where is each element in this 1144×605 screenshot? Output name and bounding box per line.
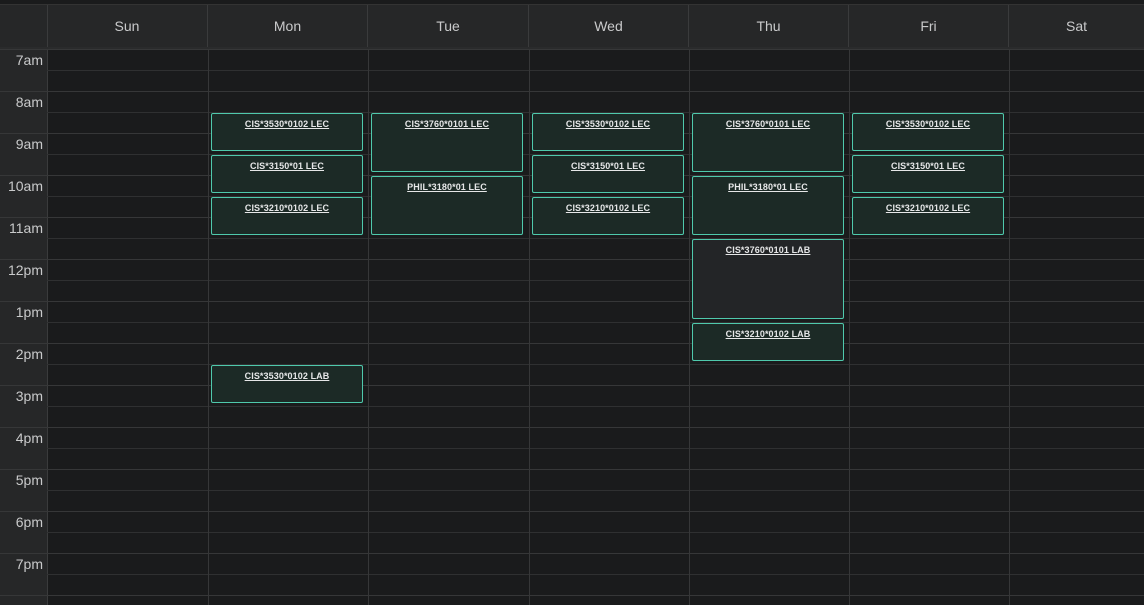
event-mon-3530-lec[interactable]: CIS*3530*0102 LEC bbox=[211, 113, 363, 151]
event-title[interactable]: CIS*3760*0101 LEC bbox=[693, 119, 843, 129]
grid-line bbox=[0, 511, 1144, 512]
time-label-7am: 7am bbox=[15, 52, 43, 68]
time-label-12pm: 12pm bbox=[7, 262, 43, 278]
event-mon-3150-lec[interactable]: CIS*3150*01 LEC bbox=[211, 155, 363, 193]
event-title[interactable]: CIS*3150*01 LEC bbox=[853, 161, 1003, 171]
day-header-mon: Mon bbox=[208, 5, 368, 47]
event-title[interactable]: CIS*3530*0102 LEC bbox=[212, 119, 362, 129]
event-wed-3210-lec[interactable]: CIS*3210*0102 LEC bbox=[532, 197, 684, 235]
day-column-divider bbox=[849, 49, 850, 605]
time-label-11am: 11am bbox=[9, 220, 43, 236]
event-fri-3210-lec[interactable]: CIS*3210*0102 LEC bbox=[852, 197, 1004, 235]
grid-line bbox=[0, 469, 1144, 470]
event-title[interactable]: CIS*3760*0101 LEC bbox=[372, 119, 522, 129]
header-corner bbox=[0, 5, 48, 47]
grid-line bbox=[47, 322, 1144, 323]
event-title[interactable]: CIS*3530*0102 LAB bbox=[212, 371, 362, 381]
event-title[interactable]: PHIL*3180*01 LEC bbox=[372, 182, 522, 192]
time-grid[interactable]: 7am 8am 9am 10am 11am 12pm 1pm 2pm 3pm 4… bbox=[0, 49, 1144, 605]
event-title[interactable]: CIS*3210*0102 LEC bbox=[212, 203, 362, 213]
time-label-1pm: 1pm bbox=[15, 304, 43, 320]
time-label-2pm: 2pm bbox=[15, 346, 43, 362]
grid-line bbox=[47, 574, 1144, 575]
event-thu-3180-lec[interactable]: PHIL*3180*01 LEC bbox=[692, 176, 844, 235]
time-label-6pm: 6pm bbox=[15, 514, 43, 530]
event-tue-3180-lec[interactable]: PHIL*3180*01 LEC bbox=[371, 176, 523, 235]
event-title[interactable]: CIS*3530*0102 LEC bbox=[853, 119, 1003, 129]
grid-line bbox=[47, 238, 1144, 239]
event-thu-3760-lec[interactable]: CIS*3760*0101 LEC bbox=[692, 113, 844, 172]
grid-line bbox=[0, 91, 1144, 92]
time-label-3pm: 3pm bbox=[15, 388, 43, 404]
day-header-sat: Sat bbox=[1065, 18, 1087, 34]
grid-line bbox=[0, 343, 1144, 344]
grid-line bbox=[0, 553, 1144, 554]
event-wed-3150-lec[interactable]: CIS*3150*01 LEC bbox=[532, 155, 684, 193]
day-header-thu: Thu bbox=[689, 5, 849, 47]
time-label-10am: 10am bbox=[7, 178, 43, 194]
grid-line bbox=[47, 532, 1144, 533]
grid-line bbox=[0, 595, 1144, 596]
day-header-sun: Sun bbox=[47, 5, 208, 47]
weekly-calendar: Sun Mon Tue Wed Thu Fri Sat 7am 8am 9am … bbox=[0, 0, 1144, 605]
grid-line bbox=[47, 448, 1144, 449]
event-tue-3760-lec[interactable]: CIS*3760*0101 LEC bbox=[371, 113, 523, 172]
grid-line bbox=[0, 259, 1144, 260]
event-mon-3530-lab[interactable]: CIS*3530*0102 LAB bbox=[211, 365, 363, 403]
event-thu-3210-lab[interactable]: CIS*3210*0102 LAB bbox=[692, 323, 844, 361]
event-title[interactable]: CIS*3210*0102 LEC bbox=[533, 203, 683, 213]
grid-line bbox=[47, 70, 1144, 71]
day-column-divider bbox=[208, 49, 209, 605]
event-wed-3530-lec[interactable]: CIS*3530*0102 LEC bbox=[532, 113, 684, 151]
grid-line bbox=[47, 490, 1144, 491]
event-title[interactable]: CIS*3150*01 LEC bbox=[212, 161, 362, 171]
grid-line bbox=[47, 406, 1144, 407]
event-title[interactable]: CIS*3210*0102 LAB bbox=[693, 329, 843, 339]
grid-line bbox=[0, 427, 1144, 428]
event-mon-3210-lec[interactable]: CIS*3210*0102 LEC bbox=[211, 197, 363, 235]
day-header-wed: Wed bbox=[529, 5, 689, 47]
time-label-8am: 8am bbox=[15, 94, 43, 110]
day-column-divider bbox=[1009, 49, 1010, 605]
event-title[interactable]: CIS*3530*0102 LEC bbox=[533, 119, 683, 129]
event-fri-3530-lec[interactable]: CIS*3530*0102 LEC bbox=[852, 113, 1004, 151]
event-fri-3150-lec[interactable]: CIS*3150*01 LEC bbox=[852, 155, 1004, 193]
day-column-divider bbox=[368, 49, 369, 605]
grid-line bbox=[0, 49, 1144, 50]
event-title[interactable]: CIS*3760*0101 LAB bbox=[693, 245, 843, 255]
day-header-tue: Tue bbox=[368, 5, 529, 47]
time-label-9am: 9am bbox=[15, 136, 43, 152]
event-title[interactable]: CIS*3210*0102 LEC bbox=[853, 203, 1003, 213]
day-column-divider bbox=[689, 49, 690, 605]
grid-line bbox=[0, 385, 1144, 386]
day-header-row: Sun Mon Tue Wed Thu Fri Sat bbox=[0, 4, 1144, 48]
day-header-fri: Fri bbox=[849, 5, 1009, 47]
time-label-4pm: 4pm bbox=[15, 430, 43, 446]
event-thu-3760-lab[interactable]: CIS*3760*0101 LAB bbox=[692, 239, 844, 319]
event-title[interactable]: CIS*3150*01 LEC bbox=[533, 161, 683, 171]
grid-line bbox=[47, 280, 1144, 281]
time-label-5pm: 5pm bbox=[15, 472, 43, 488]
event-title[interactable]: PHIL*3180*01 LEC bbox=[693, 182, 843, 192]
grid-line bbox=[0, 301, 1144, 302]
day-column-divider bbox=[529, 49, 530, 605]
time-label-7pm: 7pm bbox=[15, 556, 43, 572]
